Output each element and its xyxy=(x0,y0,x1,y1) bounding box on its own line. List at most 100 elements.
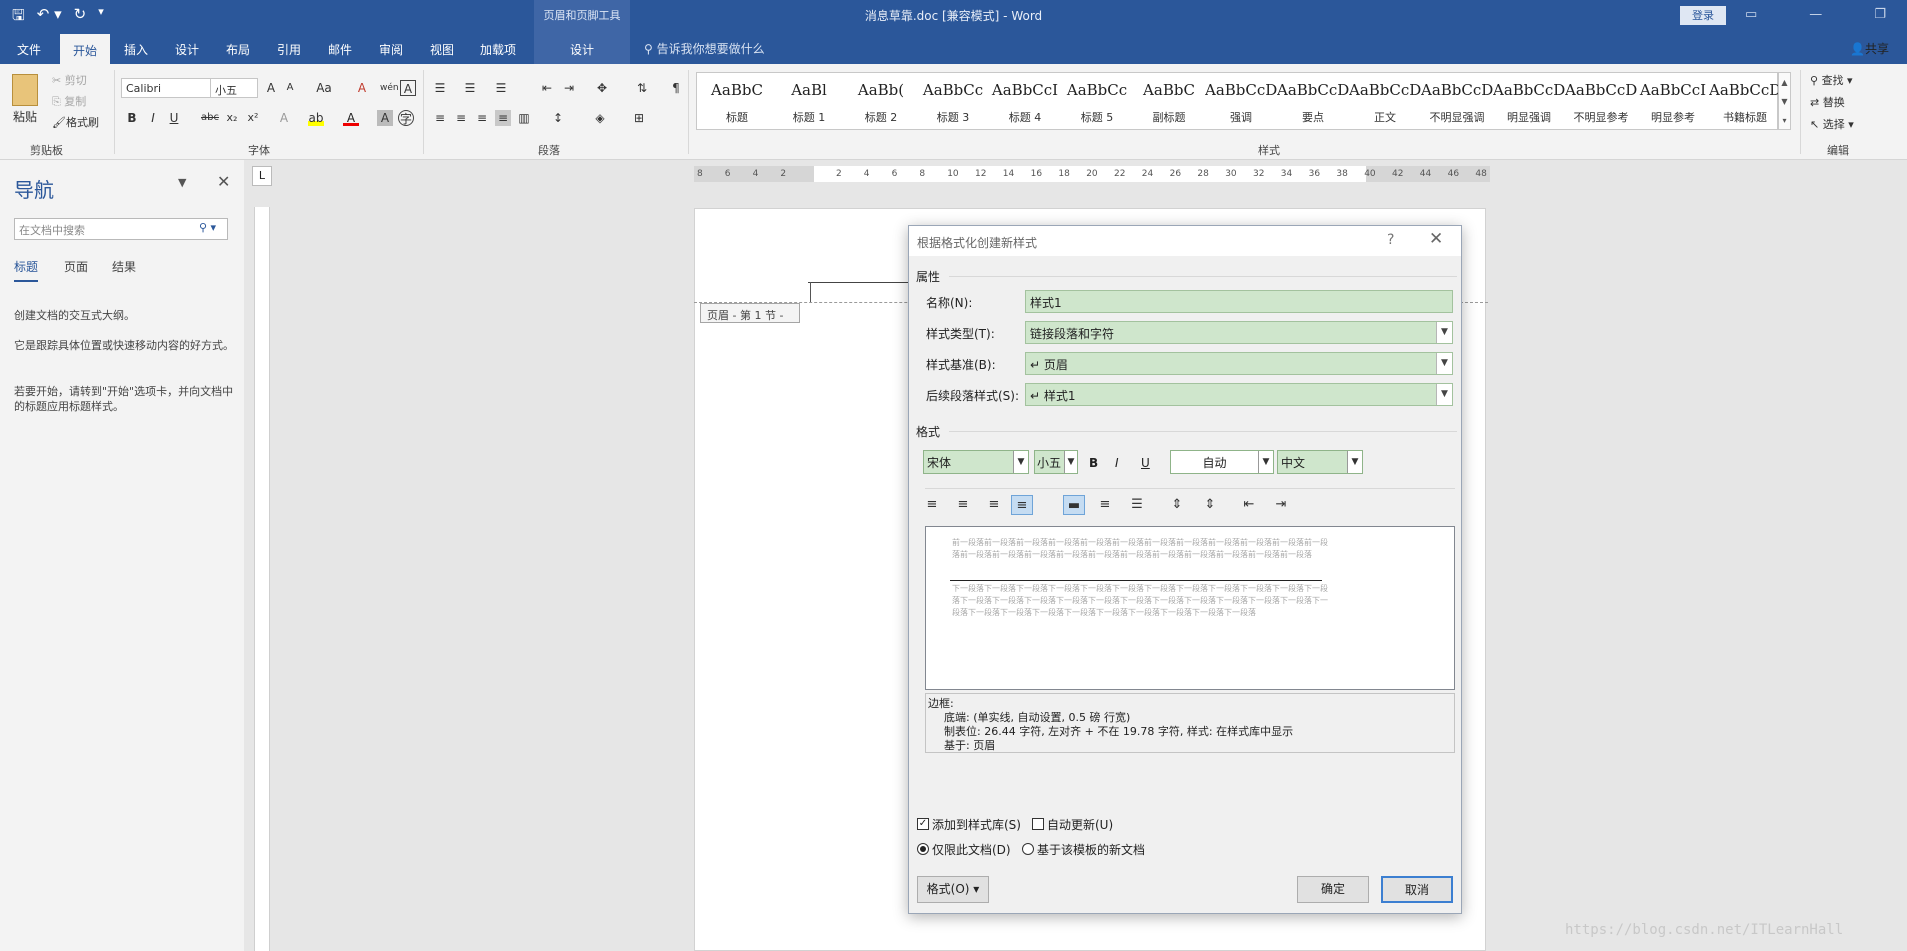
select-button[interactable]: ↖ 选择 ▾ xyxy=(1810,116,1854,132)
tab-header-footer-design[interactable]: 设计 xyxy=(534,32,630,64)
tab-mailings[interactable]: 邮件 xyxy=(328,41,352,58)
decrease-indent-icon[interactable]: ⇤ xyxy=(1238,495,1260,515)
nav-search-input[interactable]: 在文档中搜索 ⚲ ▾ xyxy=(14,218,228,240)
style-gallery-item[interactable]: AaBbCcD 不明显强调 xyxy=(1421,73,1493,129)
paste-icon[interactable] xyxy=(12,74,38,106)
chevron-down-icon[interactable]: ▼ xyxy=(1436,322,1452,343)
help-icon[interactable]: ? xyxy=(1387,232,1394,248)
style-based-select[interactable]: ↵ 页眉 ▼ xyxy=(1025,352,1453,375)
space-after-icon[interactable]: ⇕ xyxy=(1199,495,1221,515)
enclose-char-icon[interactable]: 字 xyxy=(398,110,414,126)
tab-view[interactable]: 视图 xyxy=(430,41,454,58)
style-gallery-item[interactable]: AaBbCcD 书籍标题 xyxy=(1709,73,1781,129)
cancel-button[interactable]: 取消 xyxy=(1381,876,1453,903)
font-color-icon[interactable]: A xyxy=(343,110,359,126)
nav-tab-pages[interactable]: 页面 xyxy=(64,258,88,275)
align-center-icon[interactable]: ≡ xyxy=(952,495,974,515)
style-gallery-item[interactable]: AaBbCcD 要点 xyxy=(1277,73,1349,129)
bold-icon[interactable]: B xyxy=(124,110,140,126)
auto-update-label[interactable]: 自动更新(U) xyxy=(1047,816,1113,833)
chevron-down-icon[interactable]: ▼ xyxy=(1436,384,1452,405)
align-center-icon[interactable]: ≡ xyxy=(453,110,469,126)
ok-button[interactable]: 确定 xyxy=(1297,876,1369,903)
find-button[interactable]: ⚲ 查找 ▾ xyxy=(1810,72,1853,88)
multilevel-list-icon[interactable]: ☰ xyxy=(493,80,509,96)
add-to-gallery-checkbox[interactable]: ✓ xyxy=(917,818,929,830)
shrink-font-icon[interactable]: A xyxy=(282,80,298,96)
underline-icon[interactable]: U xyxy=(1141,456,1150,470)
tab-file[interactable]: 文件 xyxy=(17,41,41,58)
align-left-icon[interactable]: ≡ xyxy=(432,110,448,126)
ribbon-display-icon[interactable]: ▭ xyxy=(1745,7,1757,22)
font-name-combo[interactable]: Calibri xyxy=(121,78,211,98)
align-left-icon[interactable]: ≡ xyxy=(921,495,943,515)
bold-icon[interactable]: B xyxy=(1089,456,1098,470)
style-gallery-item[interactable]: AaBbCcI 标题 4 xyxy=(989,73,1061,129)
style-gallery-item[interactable]: AaBb(标题 2 xyxy=(845,73,917,129)
replace-button[interactable]: ⇄ 替换 xyxy=(1810,94,1845,110)
strikethrough-icon[interactable]: abc xyxy=(199,110,221,126)
font-size-combo[interactable]: 小五 xyxy=(210,78,258,98)
highlight-icon[interactable]: ab xyxy=(308,110,324,126)
minimize-icon[interactable]: — xyxy=(1809,7,1822,22)
add-to-gallery-label[interactable]: 添加到样式库(S) xyxy=(932,816,1021,833)
phonetic-guide-icon[interactable]: wén xyxy=(380,80,399,96)
format-font-select[interactable]: 宋体 ▼ xyxy=(923,450,1029,474)
show-marks-icon[interactable]: ¶ xyxy=(668,80,684,96)
align-right-icon[interactable]: ≡ xyxy=(983,495,1005,515)
tab-selector[interactable]: L xyxy=(252,166,272,186)
nav-tab-headings[interactable]: 标题 xyxy=(14,258,39,282)
style-gallery-item[interactable]: AaBbCc 标题 5 xyxy=(1061,73,1133,129)
tell-me-search[interactable]: ⚲ 告诉我你想要做什么 xyxy=(644,40,765,57)
gallery-scroll[interactable]: ▲ ▼ ▾ xyxy=(1778,72,1791,130)
style-gallery-item[interactable]: AaBbCcD 强调 xyxy=(1205,73,1277,129)
gallery-more-icon[interactable]: ▾ xyxy=(1779,111,1790,130)
single-spacing-icon[interactable]: ▬ xyxy=(1063,495,1085,515)
next-style-select[interactable]: ↵ 样式1 ▼ xyxy=(1025,383,1453,406)
format-size-select[interactable]: 小五 ▼ xyxy=(1034,450,1078,474)
style-gallery-item[interactable]: AaBbC 副标题 xyxy=(1133,73,1205,129)
grow-font-icon[interactable]: A xyxy=(263,80,279,96)
style-name-input[interactable]: 样式1 xyxy=(1025,290,1453,313)
format-menu-button[interactable]: 格式(O) ▾ xyxy=(917,876,989,903)
style-type-select[interactable]: 链接段落和字符 ▼ xyxy=(1025,321,1453,344)
line-spacing-icon[interactable]: ↕ xyxy=(550,110,566,126)
justify-icon[interactable]: ≡ xyxy=(495,110,511,126)
nav-options-icon[interactable]: ▼ xyxy=(178,176,186,189)
increase-indent-icon[interactable]: ⇥ xyxy=(1270,495,1292,515)
gallery-up-icon[interactable]: ▲ xyxy=(1779,73,1790,92)
numbering-icon[interactable]: ☰ xyxy=(462,80,478,96)
underline-icon[interactable]: U xyxy=(166,110,182,126)
chevron-down-icon[interactable]: ▼ xyxy=(1013,451,1028,473)
style-gallery-item[interactable]: AaBbC 标题 xyxy=(701,73,773,129)
script-select[interactable]: 中文 ▼ xyxy=(1277,450,1363,474)
login-button[interactable]: 登录 xyxy=(1680,6,1726,25)
italic-icon[interactable]: I xyxy=(1115,456,1119,470)
new-docs-radio[interactable] xyxy=(1022,843,1034,855)
one-half-spacing-icon[interactable]: ≡ xyxy=(1094,495,1116,515)
close-icon[interactable]: ✕ xyxy=(217,172,230,191)
close-icon[interactable]: ✕ xyxy=(1429,229,1443,249)
justify-icon[interactable]: ≡ xyxy=(1011,495,1033,515)
tab-review[interactable]: 审阅 xyxy=(379,41,403,58)
copy-button[interactable]: ⎘ 复制 xyxy=(52,93,86,109)
chevron-down-icon[interactable]: ▼ xyxy=(1258,451,1273,473)
space-before-icon[interactable]: ⇕ xyxy=(1166,495,1188,515)
tab-insert[interactable]: 插入 xyxy=(124,41,148,58)
text-effects-icon[interactable]: A xyxy=(276,110,292,126)
style-gallery-item[interactable]: AaBbCcI 明显参考 xyxy=(1637,73,1709,129)
borders-icon[interactable]: ⊞ xyxy=(631,110,647,126)
superscript-icon[interactable]: x² xyxy=(245,110,261,126)
format-painter-button[interactable]: 🖌格式刷 xyxy=(52,114,99,130)
bullets-icon[interactable]: ☰ xyxy=(432,80,448,96)
style-gallery-item[interactable]: AaBl 标题 1 xyxy=(773,73,845,129)
char-shading-icon[interactable]: A xyxy=(377,110,393,126)
chevron-down-icon[interactable]: ▼ xyxy=(1064,451,1077,473)
new-docs-label[interactable]: 基于该模板的新文档 xyxy=(1037,841,1145,858)
double-spacing-icon[interactable]: ☰ xyxy=(1126,495,1148,515)
subscript-icon[interactable]: x₂ xyxy=(224,110,240,126)
decrease-indent-icon[interactable]: ⇤ xyxy=(539,80,555,96)
search-icon[interactable]: ⚲ ▾ xyxy=(199,221,216,234)
only-this-doc-label[interactable]: 仅限此文档(D) xyxy=(932,841,1011,858)
sort-icon[interactable]: ⇅ xyxy=(634,80,650,96)
